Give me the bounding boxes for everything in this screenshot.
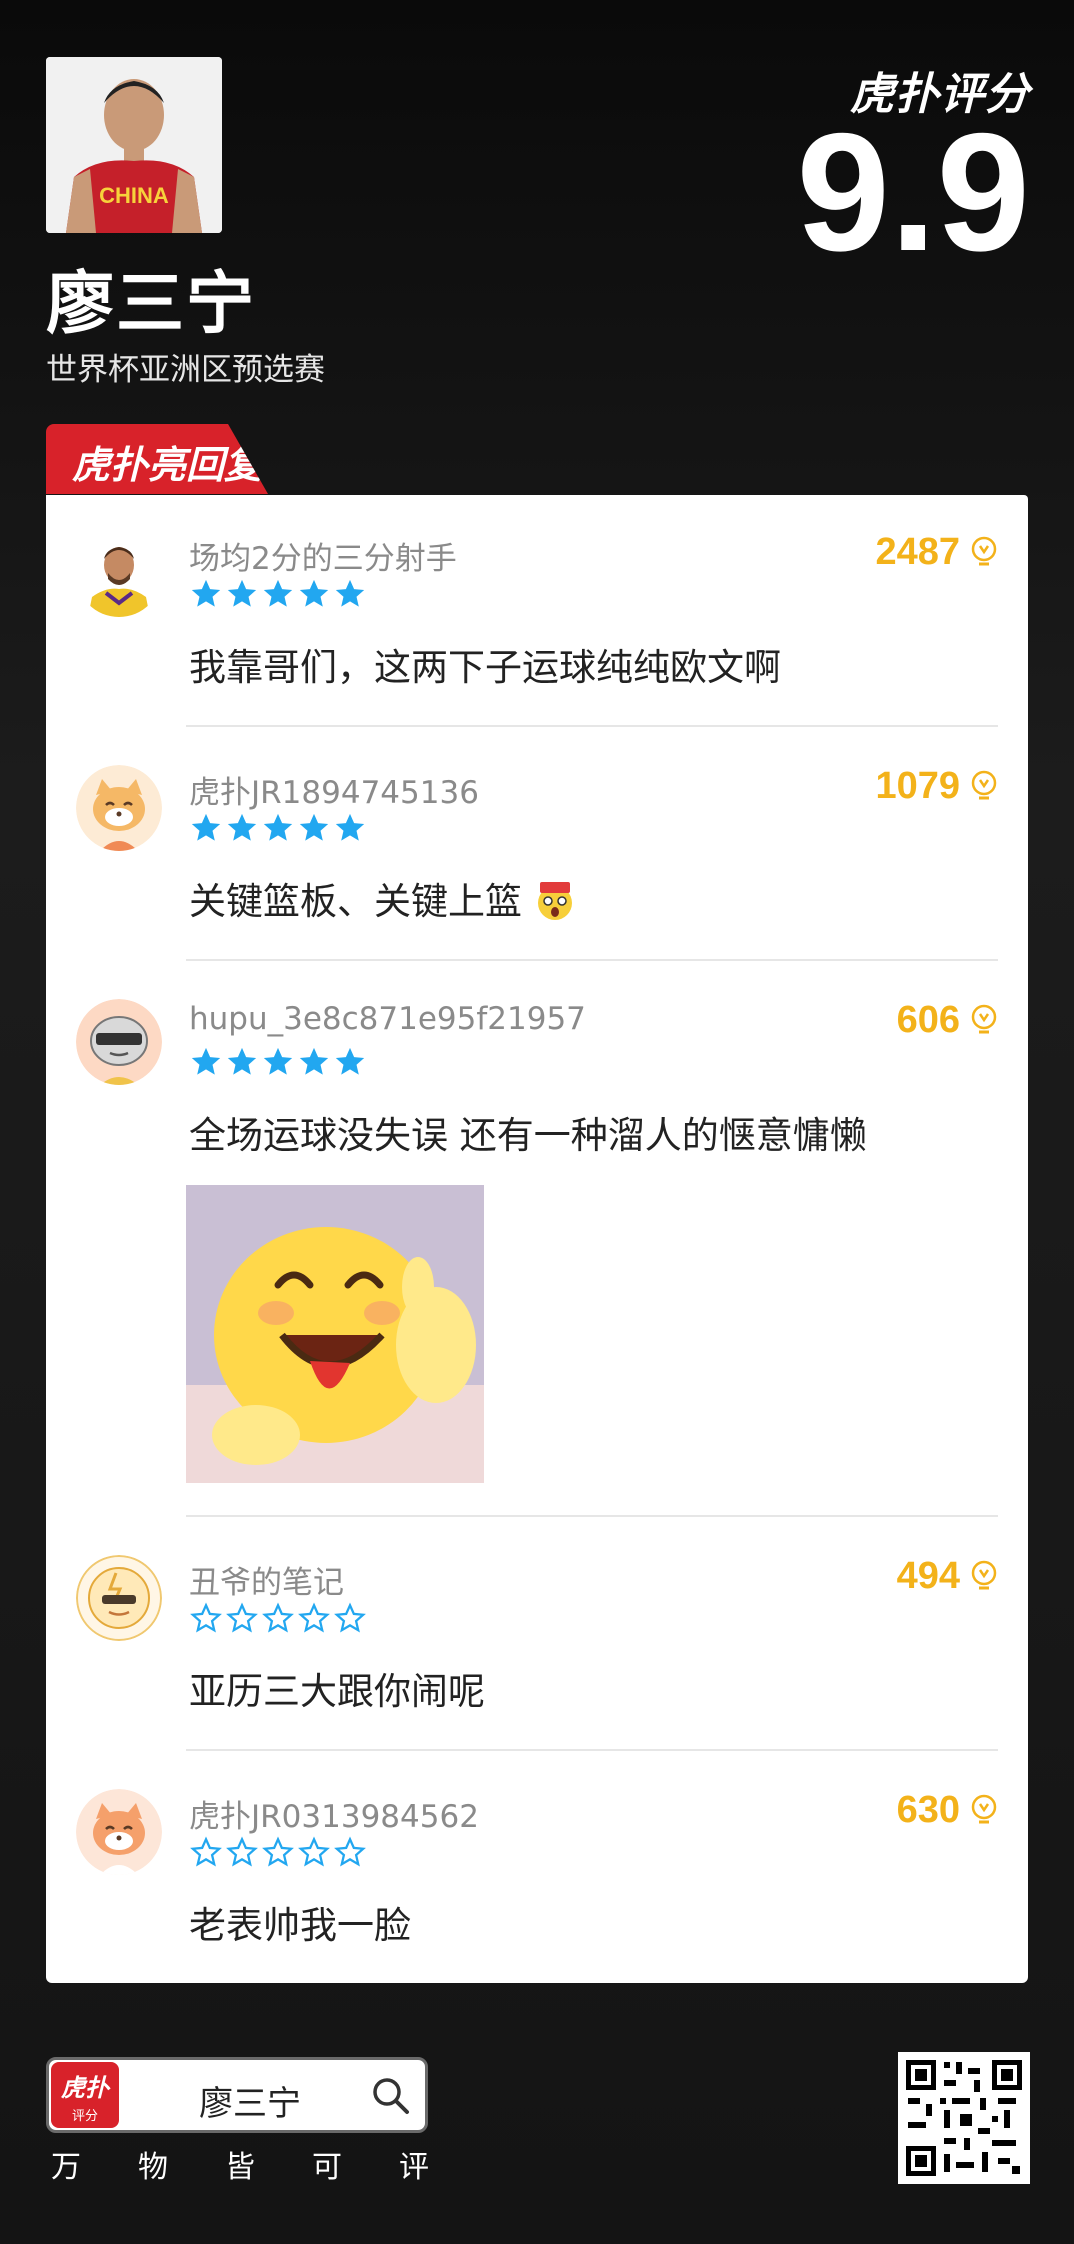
like-count: 2487 bbox=[875, 531, 960, 573]
slogan: 万 物 皆 可 评 bbox=[50, 2142, 430, 2186]
star-filled-icon bbox=[227, 579, 257, 607]
search-bar[interactable]: 虎扑 评分 廖三宁 bbox=[46, 2057, 428, 2133]
star-rating bbox=[189, 1601, 367, 1637]
event-name: 世界杯亚洲区预选赛 bbox=[46, 352, 325, 388]
star-filled-icon bbox=[299, 813, 329, 841]
rating-score: 9.9 bbox=[796, 98, 1030, 286]
player-name: 廖三宁 bbox=[46, 265, 257, 344]
player-photo: CHINA bbox=[46, 57, 222, 233]
like-button[interactable]: 1079 bbox=[875, 765, 998, 808]
username[interactable]: 虎扑JR0313984562 bbox=[189, 1791, 479, 1836]
comment-text: 全场运球没失误 还有一种溜人的惬意慵懒 bbox=[189, 1114, 867, 1157]
star-filled-icon bbox=[191, 813, 221, 841]
star-filled-icon bbox=[335, 813, 365, 841]
search-icon[interactable] bbox=[369, 2074, 411, 2116]
star-filled-icon bbox=[335, 579, 365, 607]
comment-text: 关键篮板、关键上篮 bbox=[189, 871, 576, 925]
cat-avatar[interactable] bbox=[76, 765, 162, 851]
lightbulb-icon bbox=[971, 536, 997, 565]
qr-code[interactable] bbox=[898, 2052, 1030, 2184]
slogan-char: 评 bbox=[399, 2150, 429, 2185]
star-filled-icon bbox=[263, 1047, 293, 1075]
like-button[interactable]: 630 bbox=[897, 1789, 998, 1832]
divider bbox=[186, 1749, 998, 1751]
star-empty-icon bbox=[262, 1602, 294, 1633]
star-empty-icon bbox=[226, 1836, 258, 1867]
jersey-text: CHINA bbox=[99, 183, 169, 208]
comment-text: 我靠哥们，这两下子运球纯纯欧文啊 bbox=[189, 646, 781, 689]
star-rating bbox=[189, 1835, 367, 1871]
star-empty-icon bbox=[298, 1836, 330, 1867]
comment-item: 丑爷的笔记 494 亚历三大跟你闹呢 bbox=[46, 1519, 1028, 1751]
tiger-avatar[interactable] bbox=[76, 1555, 162, 1641]
star-rating bbox=[189, 1045, 367, 1081]
comments-card: 场均2分的三分射手 2487 我靠哥们，这两下子运球纯纯欧文啊 虎扑JR1894… bbox=[46, 495, 1028, 1983]
divider bbox=[186, 959, 998, 961]
like-button[interactable]: 606 bbox=[897, 999, 998, 1042]
comment-item: 虎扑JR1894745136 1079 关键篮板、关键上篮 bbox=[46, 729, 1028, 961]
hupu-logo: 虎扑 评分 bbox=[51, 2062, 119, 2128]
divider bbox=[186, 1515, 998, 1517]
logo-line2: 评分 bbox=[71, 2109, 98, 2124]
section-tag: 虎扑亮回复 bbox=[46, 424, 268, 494]
star-empty-icon bbox=[226, 1602, 258, 1633]
comment-item: 场均2分的三分射手 2487 我靠哥们，这两下子运球纯纯欧文啊 bbox=[46, 495, 1028, 727]
like-button[interactable]: 2487 bbox=[875, 531, 998, 574]
lightbulb-icon bbox=[971, 1004, 997, 1033]
comment-text: 老表帅我一脸 bbox=[189, 1904, 411, 1947]
comment-text-content: 关键篮板、关键上篮 bbox=[189, 880, 522, 923]
star-filled-icon bbox=[335, 1047, 365, 1075]
username[interactable]: hupu_3e8c871e95f21957 bbox=[189, 1001, 586, 1037]
comment-text: 亚历三大跟你闹呢 bbox=[189, 1670, 485, 1713]
star-empty-icon bbox=[190, 1602, 222, 1633]
slogan-char: 可 bbox=[312, 2150, 342, 2185]
star-rating bbox=[189, 577, 367, 613]
lightbulb-icon bbox=[971, 1794, 997, 1823]
star-filled-icon bbox=[263, 813, 293, 841]
like-count: 606 bbox=[896, 999, 960, 1041]
star-rating bbox=[189, 811, 367, 847]
star-filled-icon bbox=[227, 813, 257, 841]
slogan-char: 万 bbox=[51, 2150, 81, 2185]
slogan-char: 物 bbox=[138, 2150, 168, 2185]
like-button[interactable]: 494 bbox=[897, 1555, 998, 1598]
username[interactable]: 丑爷的笔记 bbox=[189, 1557, 344, 1602]
qr-code-icon bbox=[904, 2058, 1024, 2178]
comment-item: 虎扑JR0313984562 630 老表帅我一脸 bbox=[46, 1753, 1028, 1983]
star-empty-icon bbox=[262, 1836, 294, 1867]
cat-avatar[interactable] bbox=[76, 1789, 162, 1875]
slogan-char: 皆 bbox=[225, 2150, 255, 2185]
star-empty-icon bbox=[334, 1836, 366, 1867]
thumbs-up-emoji-sticker[interactable] bbox=[186, 1185, 484, 1483]
section-tag-label: 虎扑亮回复 bbox=[72, 443, 263, 487]
like-count: 1079 bbox=[875, 765, 960, 807]
username[interactable]: 场均2分的三分射手 bbox=[189, 533, 457, 578]
lightbulb-icon bbox=[971, 770, 997, 799]
star-empty-icon bbox=[334, 1602, 366, 1633]
like-count: 494 bbox=[896, 1555, 960, 1597]
divider bbox=[186, 725, 998, 727]
like-count: 630 bbox=[896, 1789, 960, 1831]
robot-avatar[interactable] bbox=[76, 999, 162, 1085]
lightbulb-icon bbox=[971, 1560, 997, 1589]
star-filled-icon bbox=[227, 1047, 257, 1075]
shocked-emoji-icon bbox=[537, 882, 572, 920]
search-input[interactable]: 廖三宁 bbox=[199, 2076, 301, 2125]
star-filled-icon bbox=[299, 1047, 329, 1075]
username[interactable]: 虎扑JR1894745136 bbox=[189, 767, 479, 812]
star-empty-icon bbox=[298, 1602, 330, 1633]
star-filled-icon bbox=[191, 579, 221, 607]
player-avatar[interactable] bbox=[76, 531, 162, 617]
comment-item: hupu_3e8c871e95f21957 606 全场运球没失误 还有一种溜人… bbox=[46, 963, 1028, 1517]
star-filled-icon bbox=[263, 579, 293, 607]
star-filled-icon bbox=[191, 1047, 221, 1075]
logo-line1: 虎扑 bbox=[61, 2074, 109, 2102]
star-filled-icon bbox=[299, 579, 329, 607]
star-empty-icon bbox=[190, 1836, 222, 1867]
